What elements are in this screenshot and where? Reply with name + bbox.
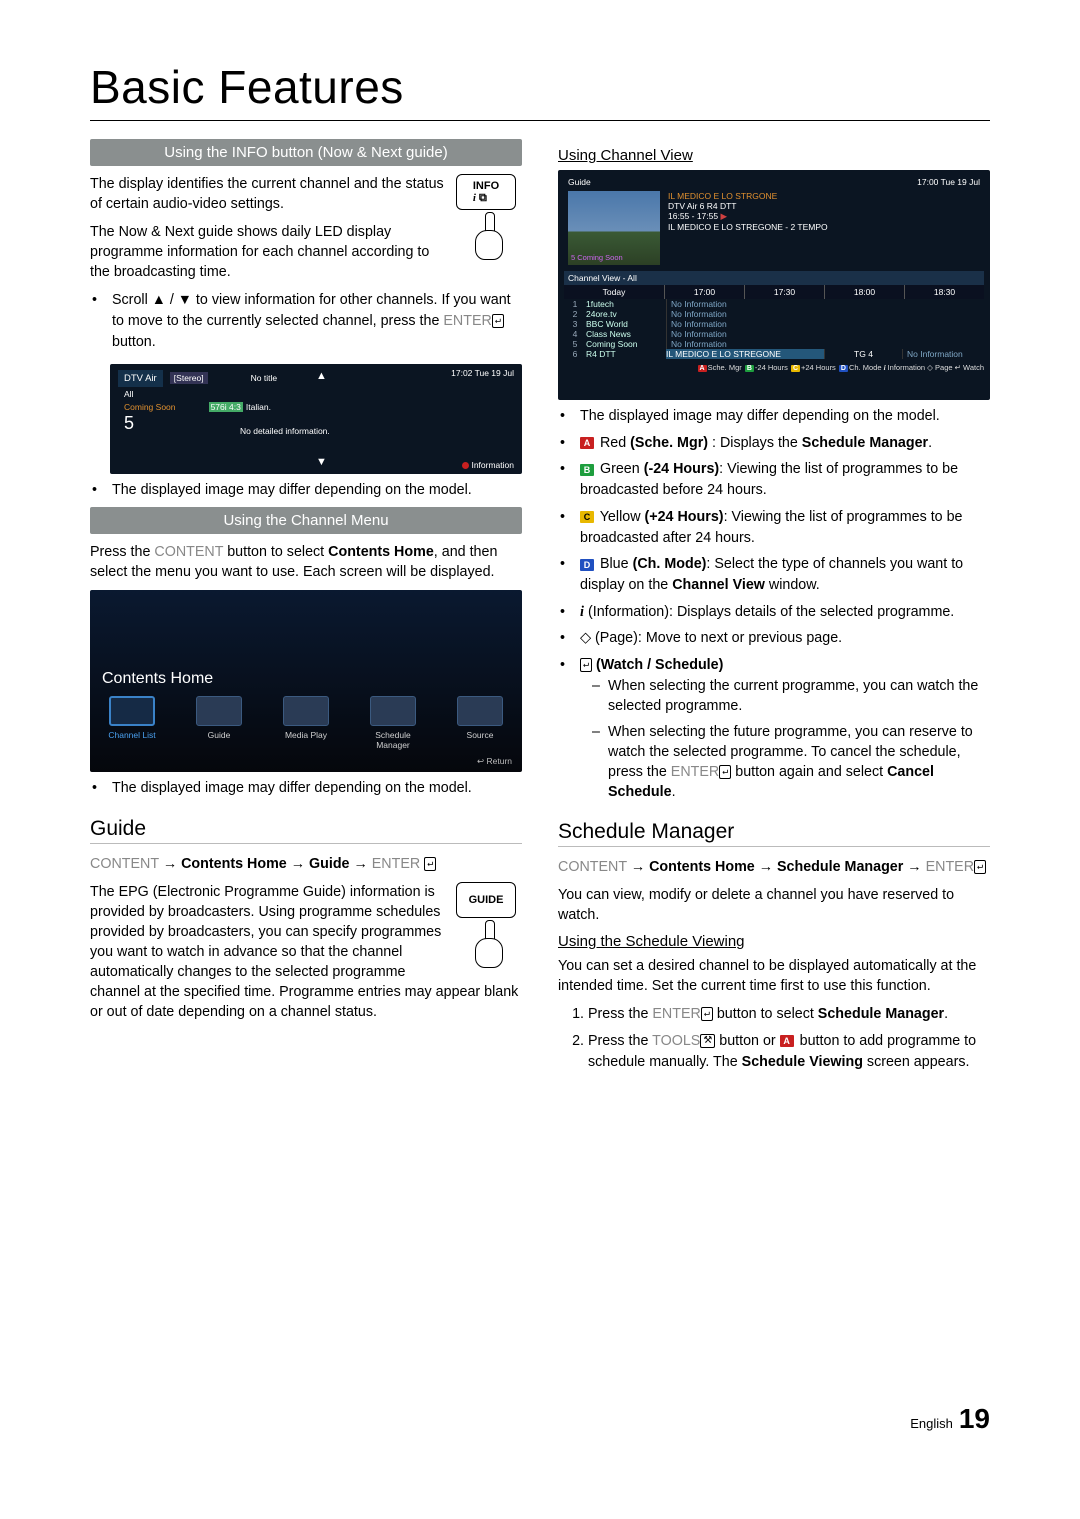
note-model-2: The displayed image may differ depending…	[104, 778, 522, 799]
bullet-green: B Green (-24 Hours): Viewing the list of…	[572, 459, 990, 500]
a-button-badge: A	[780, 1035, 794, 1047]
bullet-red: A Red (Sche. Mgr) : Displays the Schedul…	[572, 433, 990, 454]
note-model-1: The displayed image may differ depending…	[104, 480, 522, 501]
enter-icon: ↵	[974, 860, 986, 874]
page-icon	[580, 630, 591, 646]
section-bar-info: Using the INFO button (Now & Next guide)	[90, 139, 522, 166]
heading-schedule-manager: Schedule Manager	[558, 820, 990, 847]
screenshot-guide: Guide17:00 Tue 19 Jul 5 Coming Soon IL M…	[558, 170, 990, 400]
enter-icon: ↵	[580, 658, 592, 672]
heading-schedule-viewing: Using the Schedule Viewing	[558, 933, 990, 950]
heading-channel-view: Using Channel View	[558, 147, 990, 164]
note-model-3: The displayed image may differ depending…	[572, 406, 990, 427]
dash-current: When selecting the current programme, yo…	[608, 676, 990, 716]
enter-icon: ↵	[701, 1007, 713, 1021]
sm-nav-path: CONTENT → Contents Home → Schedule Manag…	[558, 857, 990, 877]
enter-icon: ↵	[492, 314, 504, 328]
channel-menu-para: Press the CONTENT button to select Conte…	[90, 542, 522, 582]
bullet-yellow: C Yellow (+24 Hours): Viewing the list o…	[572, 507, 990, 548]
bullet-info: i (Information): Displays details of the…	[572, 602, 990, 623]
enter-icon: ↵	[719, 765, 731, 779]
bullet-page: (Page): Move to next or previous page.	[572, 628, 990, 649]
heading-guide: Guide	[90, 817, 522, 844]
guide-button-key: GUIDE	[456, 882, 516, 918]
page-footer: English19	[910, 1403, 990, 1435]
dash-future: When selecting the future programme, you…	[608, 722, 990, 802]
page-title: Basic Features	[90, 60, 990, 121]
screenshot-now-next: 17:02 Tue 19 Jul DTV Air [Stereo] No tit…	[110, 364, 522, 474]
hand-icon	[473, 212, 505, 264]
remote-guide-diagram: GUIDE	[456, 882, 522, 972]
sm-step-2: Press the TOOLS⚒ button or A button to a…	[588, 1031, 990, 1072]
enter-icon: ↵	[424, 857, 436, 871]
info-bullet-scroll: Scroll ▲ / ▼ to view information for oth…	[104, 290, 522, 352]
guide-nav-path: CONTENT → Contents Home → Guide → ENTER …	[90, 854, 522, 874]
sm-para-1: You can view, modify or delete a channel…	[558, 885, 990, 925]
hand-icon	[473, 920, 505, 972]
info-button-key: INFOi ⧉	[456, 174, 516, 210]
section-bar-channel-menu: Using the Channel Menu	[90, 507, 522, 534]
bullet-watch-schedule: ↵ (Watch / Schedule) When selecting the …	[572, 655, 990, 802]
sm-step-1: Press the ENTER↵ button to select Schedu…	[588, 1004, 990, 1025]
bullet-blue: D Blue (Ch. Mode): Select the type of ch…	[572, 554, 990, 595]
screenshot-contents-home: Contents Home Channel List Guide Media P…	[90, 590, 522, 772]
tools-icon: ⚒	[700, 1034, 715, 1048]
remote-info-diagram: INFOi ⧉	[456, 174, 522, 264]
sm-para-2: You can set a desired channel to be disp…	[558, 956, 990, 996]
